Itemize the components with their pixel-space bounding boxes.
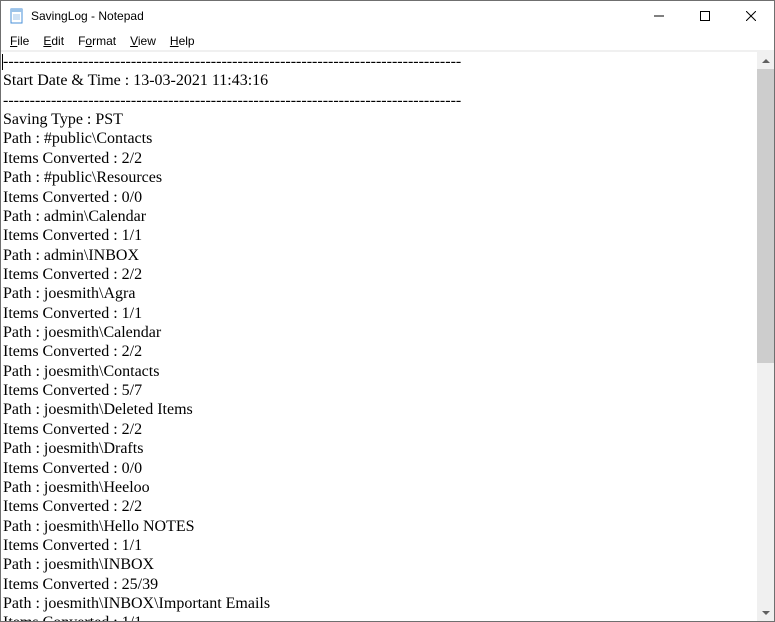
scroll-up-button[interactable] xyxy=(757,52,774,69)
notepad-icon xyxy=(9,8,25,24)
menubar: File Edit Format View Help xyxy=(1,31,774,51)
maximize-button[interactable] xyxy=(682,1,728,31)
menu-file[interactable]: File xyxy=(3,33,36,49)
window-title: SavingLog - Notepad xyxy=(31,9,636,23)
close-button[interactable] xyxy=(728,1,774,31)
menu-edit[interactable]: Edit xyxy=(36,33,71,49)
text-editor[interactable]: ----------------------------------------… xyxy=(1,52,757,621)
menu-help[interactable]: Help xyxy=(163,33,202,49)
window-controls xyxy=(636,1,774,31)
menu-help-rest: elp xyxy=(179,34,195,48)
titlebar: SavingLog - Notepad xyxy=(1,1,774,31)
content-area: ----------------------------------------… xyxy=(1,51,774,621)
scrollbar-track[interactable] xyxy=(757,69,774,604)
scrollbar-thumb[interactable] xyxy=(757,69,774,363)
menu-format[interactable]: Format xyxy=(71,33,123,49)
vertical-scrollbar[interactable] xyxy=(757,52,774,621)
menu-file-rest: ile xyxy=(17,34,29,48)
menu-view[interactable]: View xyxy=(123,33,163,49)
menu-view-rest: iew xyxy=(138,34,156,48)
menu-format-rest: rmat xyxy=(92,34,116,48)
scroll-down-button[interactable] xyxy=(757,604,774,621)
menu-edit-rest: dit xyxy=(51,34,64,48)
minimize-button[interactable] xyxy=(636,1,682,31)
